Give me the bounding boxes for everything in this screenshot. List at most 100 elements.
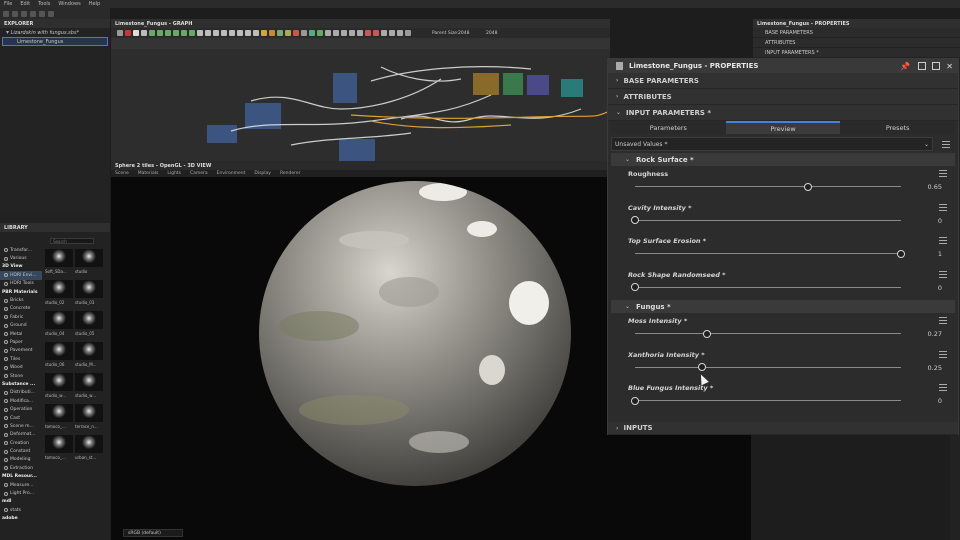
chevron-down-icon[interactable]: ▾ [6,29,9,36]
graph-tool-icon[interactable] [173,30,179,36]
library-thumbnail[interactable] [45,404,73,422]
properties-header[interactable]: Limestone_Fungus - PROPERTIES 📌 ✕ [608,59,958,73]
section-inputs[interactable]: › INPUTS [608,422,958,435]
library-thumbnail[interactable] [45,280,73,298]
parameter-group-header[interactable]: ⌄ Rock Surface * [611,153,955,166]
graph-tool-icon[interactable] [325,30,331,36]
library-thumbnail[interactable] [75,311,103,329]
graph-tool-icon[interactable] [117,30,123,36]
slider-handle[interactable] [631,216,639,224]
library-tree-item[interactable]: HDRI Tools [0,280,42,288]
graph-tool-icon[interactable] [245,30,251,36]
maximize-icon[interactable] [932,62,940,70]
view3d-menu-materials[interactable]: Materials [138,171,159,176]
library-tree-item[interactable]: Measure... [0,481,42,489]
graph-tool-icon[interactable] [253,30,259,36]
library-tree-item[interactable]: Concrete [0,305,42,313]
library-thumbnail[interactable] [45,311,73,329]
graph-tool-icon[interactable] [213,30,219,36]
library-thumbnail[interactable] [45,435,73,453]
library-tree-item[interactable]: adobe [0,515,42,523]
graph-tool-icon[interactable] [381,30,387,36]
parameter-value[interactable]: 0.25 [928,364,942,372]
graph-tool-icon[interactable] [317,30,323,36]
new-file-icon[interactable] [3,10,9,17]
slider-track[interactable] [635,219,901,221]
graph-tool-icon[interactable] [157,30,163,36]
parameter-menu-icon[interactable] [939,170,947,177]
tab-preview[interactable]: Preview [725,121,841,134]
tab-parameters[interactable]: Parameters [611,121,726,134]
graph-tool-icon[interactable] [149,30,155,36]
parameter-value[interactable]: 0 [938,284,942,292]
graph-tool-icon[interactable] [389,30,395,36]
parameter-menu-icon[interactable] [939,237,947,244]
graph-tool-icon[interactable] [269,30,275,36]
library-thumbnail[interactable] [75,404,103,422]
graph-tool-icon[interactable] [221,30,227,36]
slider-handle[interactable] [897,249,905,258]
graph-tool-icon[interactable] [357,30,363,36]
library-tree-item[interactable]: Stone [0,372,42,380]
slider-handle[interactable] [631,283,639,291]
parameter-menu-icon[interactable] [939,317,947,324]
library-tree-item[interactable]: Various [0,254,42,262]
section-input-parameters[interactable]: ⌄ INPUT PARAMETERS * [608,105,958,121]
library-tree-item[interactable]: Creation [0,439,42,447]
library-tree-item[interactable]: Modeling [0,456,42,464]
dock-base-parameters[interactable]: BASE PARAMETERS [753,28,960,38]
graph-canvas[interactable] [111,49,610,161]
library-tree-item[interactable]: Operation [0,405,42,413]
parameter-value[interactable]: 0 [938,217,942,225]
redo-icon[interactable] [48,10,54,17]
slider-track[interactable] [635,333,901,334]
graph-tool-icon[interactable] [181,30,187,36]
graph-tool-icon[interactable] [341,30,347,36]
graph-tool-icon[interactable] [165,30,171,36]
colorspace-select[interactable]: sRGB (default) [123,529,183,537]
library-tree-item[interactable]: Ground [0,322,42,330]
graph-tool-icon[interactable] [125,30,131,36]
section-base-parameters[interactable]: › BASE PARAMETERS [608,73,958,89]
size-value[interactable]: 2048 [486,31,497,36]
library-tree-item[interactable]: MDL Resour... [0,473,42,481]
slider-handle[interactable] [702,329,711,338]
graph-tool-icon[interactable] [333,30,339,36]
slider-handle[interactable] [803,182,812,191]
graph-tool-icon[interactable] [277,30,283,36]
library-tree-item[interactable]: Cast [0,414,42,422]
library-thumbnail[interactable] [75,342,103,360]
library-thumbnail[interactable] [75,249,103,267]
graph-item[interactable]: Limestone_Fungus [2,37,108,46]
library-tree-item[interactable]: Modifica... [0,397,42,405]
parameter-menu-icon[interactable] [939,270,947,278]
open-file-icon[interactable] [12,10,18,17]
view3d-menu-display[interactable]: Display [254,171,271,176]
graph-tool-icon[interactable] [229,30,235,36]
library-tree-item[interactable]: Extraction [0,464,42,472]
graph-tool-icon[interactable] [237,30,243,36]
library-tree-item[interactable]: Distributi... [0,389,42,397]
preset-menu-icon[interactable] [942,140,950,148]
library-tree-item[interactable]: Tiles [0,355,42,363]
graph-tool-icon[interactable] [349,30,355,36]
library-thumbnail[interactable] [75,435,103,453]
graph-tool-icon[interactable] [133,30,139,36]
library-tree-item[interactable]: Metal [0,330,42,338]
menu-tools[interactable]: Tools [38,1,50,7]
graph-tool-icon[interactable] [189,30,195,36]
library-tree-item[interactable]: Light Pro... [0,489,42,497]
graph-tool-icon[interactable] [285,30,291,36]
parameter-group-header[interactable]: ⌄ Fungus * [611,300,955,313]
library-tree-item[interactable]: Deformat... [0,431,42,439]
graph-tool-icon[interactable] [309,30,315,36]
library-tree-item[interactable]: Wood [0,363,42,371]
view3d-menu-renderer[interactable]: Renderer [280,171,301,176]
parameter-menu-icon[interactable] [939,203,947,211]
parameter-value[interactable]: 0.65 [928,183,942,191]
library-search[interactable]: Search [50,238,94,244]
library-tree-item[interactable]: stats [0,506,42,514]
package-item[interactable]: ▾ Lizardskin with fungus.sbs* [0,28,110,37]
slider-track[interactable] [635,186,901,187]
dock-attributes[interactable]: ATTRIBUTES [753,38,960,48]
